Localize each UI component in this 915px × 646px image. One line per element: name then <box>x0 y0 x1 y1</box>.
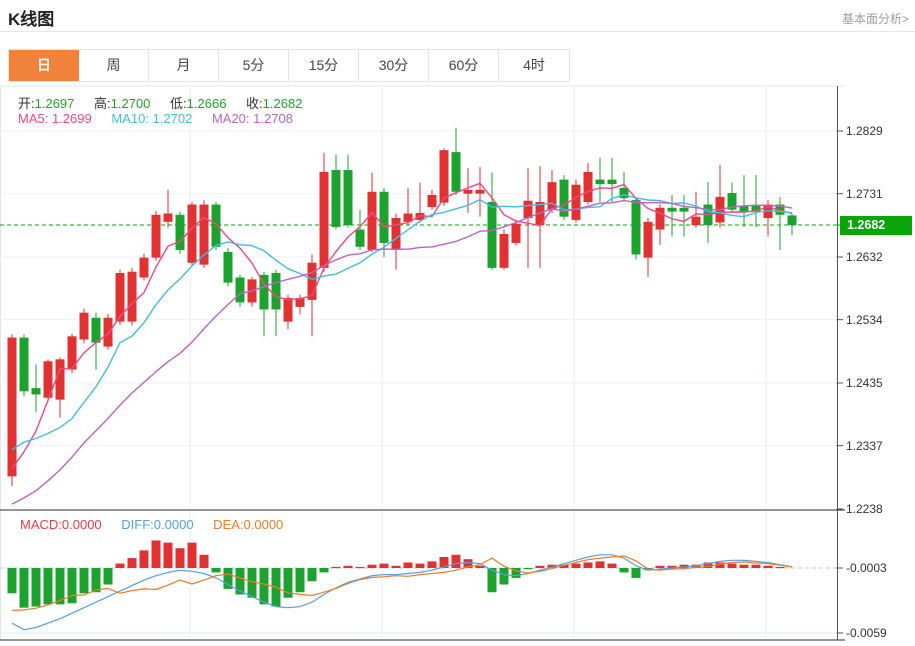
ma20-label: MA20: <box>211 111 250 126</box>
high-value: 1.2700 <box>110 96 151 111</box>
high-label: 高: <box>94 96 111 111</box>
price-axis-label: 1.2632 <box>846 250 883 264</box>
close-label: 收: <box>246 96 263 111</box>
macd-label: MACD: <box>20 517 62 532</box>
low-label: 低: <box>170 96 187 111</box>
kline-widget: K线图 基本面分析> 日周月 5分 15分 30分 60分 4时 开:1.2697 高:1… <box>0 0 915 646</box>
price-axis-label: 1.2337 <box>846 438 883 453</box>
price-axis-label: 1.2238 <box>846 502 883 516</box>
ma10-value: 1.2702 <box>152 111 193 126</box>
dea-label: DEA: <box>213 517 244 532</box>
ohlc-legend: 开:1.2697 高:1.2700 低:1.2666 收:1.2682 <box>18 93 318 112</box>
close-value: 1.2682 <box>262 96 303 111</box>
diff-label: DIFF: <box>121 517 154 532</box>
price-axis-label: 1.2435 <box>846 376 883 390</box>
ma20-value: 1.2708 <box>253 111 293 126</box>
ma5-label: MA5: <box>18 111 49 126</box>
price-axis-label: 1.2829 <box>846 124 883 138</box>
open-label: 开: <box>18 96 35 111</box>
price-axis-label: 1.2534 <box>846 312 883 327</box>
current-price-tag: 1.2682 <box>840 215 912 235</box>
low-value: 1.2666 <box>186 96 227 111</box>
ma10-label: MA10: <box>111 111 149 126</box>
price-axis-label: 1.2731 <box>846 186 883 201</box>
macd-legend: MACD:0.0000 DIFF:0.0000 DEA:0.0000 <box>20 517 299 532</box>
ma-legend: MA5: 1.2699 MA10: 1.2702 MA20: 1.2708 <box>18 111 309 126</box>
macd-value: 0.0000 <box>61 517 102 532</box>
macd-axis-label: -0.0003 <box>846 561 887 575</box>
ma5-value: 1.2699 <box>51 111 92 126</box>
open-value: 1.2697 <box>34 96 75 111</box>
dea-value: 0.0000 <box>243 517 284 532</box>
macd-axis-label: -0.0059 <box>846 626 887 640</box>
diff-value: 0.0000 <box>153 517 194 532</box>
